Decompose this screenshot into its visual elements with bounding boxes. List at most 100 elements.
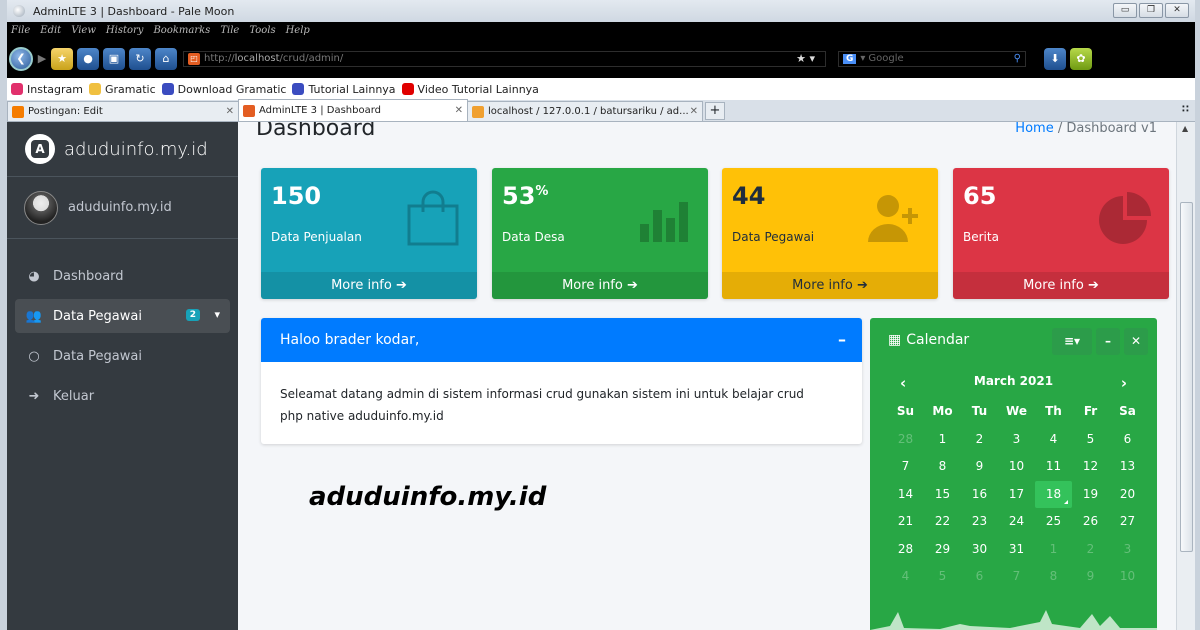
calendar-day[interactable]: 6 <box>1109 426 1146 454</box>
calendar-day[interactable]: 28 <box>887 426 924 454</box>
calendar-close-button[interactable]: ✕ <box>1124 328 1148 355</box>
sidebar-item-dashboard[interactable]: ◕ Dashboard <box>15 259 230 293</box>
tab-close-icon[interactable]: ✕ <box>690 106 698 117</box>
calendar-day[interactable]: 14 <box>887 481 924 509</box>
tab-adminlte-dashboard[interactable]: AdminLTE 3 | Dashboard ✕ <box>238 99 468 121</box>
restore-icon[interactable]: ❐ <box>1139 3 1163 18</box>
calendar-day[interactable]: 29 <box>924 536 961 564</box>
bookmark-instagram[interactable]: Instagram <box>11 83 83 96</box>
calendar-day[interactable]: 24 <box>998 508 1035 536</box>
calendar-day[interactable]: 15 <box>924 481 961 509</box>
calendar-day[interactable]: 5 <box>1072 426 1109 454</box>
calendar-day[interactable]: 10 <box>998 453 1035 481</box>
sidebar-item-data-pegawai[interactable]: 👥 Data Pegawai 2 ▾ <box>15 299 230 333</box>
calendar-day[interactable]: 23 <box>961 508 998 536</box>
reload-button[interactable]: ↻ <box>129 47 151 70</box>
prev-month-button[interactable]: ‹ <box>900 374 906 392</box>
calendar-day[interactable]: 28 <box>887 536 924 564</box>
calendar-day[interactable]: 5 <box>924 563 961 591</box>
tab-postingan-edit[interactable]: Postingan: Edit ✕ <box>7 101 239 121</box>
calendar-day[interactable]: 10 <box>1109 563 1146 591</box>
bookmark-tutorial-lainnya[interactable]: Tutorial Lainnya <box>292 83 396 96</box>
calendar-day[interactable]: 7 <box>998 563 1035 591</box>
calendar-day[interactable]: 2 <box>961 426 998 454</box>
calendar-day[interactable]: 20 <box>1109 481 1146 509</box>
calendar-day[interactable]: 27 <box>1109 508 1146 536</box>
calendar-day[interactable]: 26 <box>1072 508 1109 536</box>
more-info-link[interactable]: More info ➔ <box>261 272 477 299</box>
more-info-link[interactable]: More info ➔ <box>953 272 1169 299</box>
calendar-day[interactable]: 11 <box>1035 453 1072 481</box>
tab-list-icon[interactable]: ∷ <box>1182 104 1189 115</box>
bookmark-gramatic[interactable]: Gramatic <box>88 83 156 96</box>
calendar-day[interactable]: 1 <box>1035 536 1072 564</box>
new-tab-button[interactable]: + <box>705 102 725 120</box>
calendar-day[interactable]: 22 <box>924 508 961 536</box>
calendar-month[interactable]: March 2021 <box>974 374 1053 388</box>
menu-help[interactable]: Help <box>286 25 310 36</box>
menu-edit[interactable]: Edit <box>40 25 61 36</box>
search-box[interactable]: G ▾ Google ⚲ <box>838 50 1026 67</box>
calendar-day[interactable]: 12 <box>1072 453 1109 481</box>
scroll-up-icon[interactable]: ▲ <box>1182 124 1188 133</box>
calendar-day[interactable]: 17 <box>998 481 1035 509</box>
menu-history[interactable]: History <box>106 25 144 36</box>
more-info-link[interactable]: More info ➔ <box>722 272 938 299</box>
menu-tools[interactable]: Tools <box>249 25 275 36</box>
calendar-collapse-button[interactable]: – <box>1096 328 1120 355</box>
menu-view[interactable]: View <box>71 25 96 36</box>
account-icon[interactable]: ● <box>77 47 99 70</box>
forward-button[interactable]: ▶ <box>37 48 47 70</box>
addon-icon[interactable]: ✿ <box>1070 47 1092 70</box>
calendar-menu-button[interactable]: ≡▾ <box>1052 328 1092 355</box>
calendar-day[interactable]: 1 <box>924 426 961 454</box>
menu-tile[interactable]: Tile <box>220 25 239 36</box>
download-icon[interactable]: ⬇ <box>1044 47 1066 70</box>
scrollbar-thumb[interactable] <box>1180 202 1193 552</box>
minimize-icon[interactable]: ▭ <box>1113 3 1137 18</box>
bookmark-download-gramatic[interactable]: Download Gramatic <box>161 83 286 96</box>
brand-link[interactable]: A aduduinfo.my.id <box>7 122 238 177</box>
next-month-button[interactable]: › <box>1121 374 1127 392</box>
sidebar-subitem-data-pegawai[interactable]: ○ Data Pegawai <box>15 339 230 373</box>
bookmarks-icon[interactable]: ★ <box>51 47 73 70</box>
menu-file[interactable]: File <box>11 25 30 36</box>
calendar-day[interactable]: 16 <box>961 481 998 509</box>
calendar-day[interactable]: 30 <box>961 536 998 564</box>
back-button[interactable]: ❮ <box>9 46 33 71</box>
collapse-button[interactable]: – <box>838 330 846 349</box>
bookmark-star-icon[interactable]: ★ ▾ <box>796 52 815 65</box>
tab-phpmyadmin[interactable]: localhost / 127.0.0.1 / batursariku / ad… <box>467 101 703 121</box>
calendar-day[interactable]: 4 <box>1035 426 1072 454</box>
calendar-day[interactable]: 31 <box>998 536 1035 564</box>
user-panel[interactable]: aduduinfo.my.id <box>7 177 238 239</box>
page-icon[interactable]: ▣ <box>103 47 125 70</box>
calendar-day[interactable]: 7 <box>887 453 924 481</box>
calendar-day[interactable]: 9 <box>961 453 998 481</box>
bookmark-video-tutorial[interactable]: Video Tutorial Lainnya <box>401 83 539 96</box>
calendar-day[interactable]: 6 <box>961 563 998 591</box>
calendar-day[interactable]: 19 <box>1072 481 1109 509</box>
calendar-day[interactable]: 8 <box>924 453 961 481</box>
breadcrumb-home-link[interactable]: Home <box>1015 122 1053 136</box>
tab-close-icon[interactable]: ✕ <box>226 106 234 117</box>
calendar-day-today[interactable]: 18 <box>1035 480 1072 508</box>
calendar-day[interactable]: 25 <box>1035 508 1072 536</box>
calendar-day[interactable]: 21 <box>887 508 924 536</box>
menu-bookmarks[interactable]: Bookmarks <box>153 25 210 36</box>
calendar-day[interactable]: 8 <box>1035 563 1072 591</box>
calendar-day[interactable]: 3 <box>1109 536 1146 564</box>
calendar-day[interactable]: 3 <box>998 426 1035 454</box>
sidebar-item-keluar[interactable]: ➜ Keluar <box>15 379 230 413</box>
search-icon[interactable]: ⚲ <box>1014 53 1021 64</box>
calendar-day[interactable]: 2 <box>1072 536 1109 564</box>
more-info-link[interactable]: More info ➔ <box>492 272 708 299</box>
tab-close-icon[interactable]: ✕ <box>455 105 463 116</box>
calendar-day[interactable]: 4 <box>887 563 924 591</box>
calendar-day[interactable]: 9 <box>1072 563 1109 591</box>
home-button[interactable]: ⌂ <box>155 47 177 70</box>
page-scrollbar[interactable]: ▲ <box>1176 122 1195 630</box>
url-bar[interactable]: ◰ http://localhost/crud/admin/ ★ ▾ <box>183 50 826 67</box>
close-icon[interactable]: ✕ <box>1165 3 1189 18</box>
calendar-day[interactable]: 13 <box>1109 453 1146 481</box>
